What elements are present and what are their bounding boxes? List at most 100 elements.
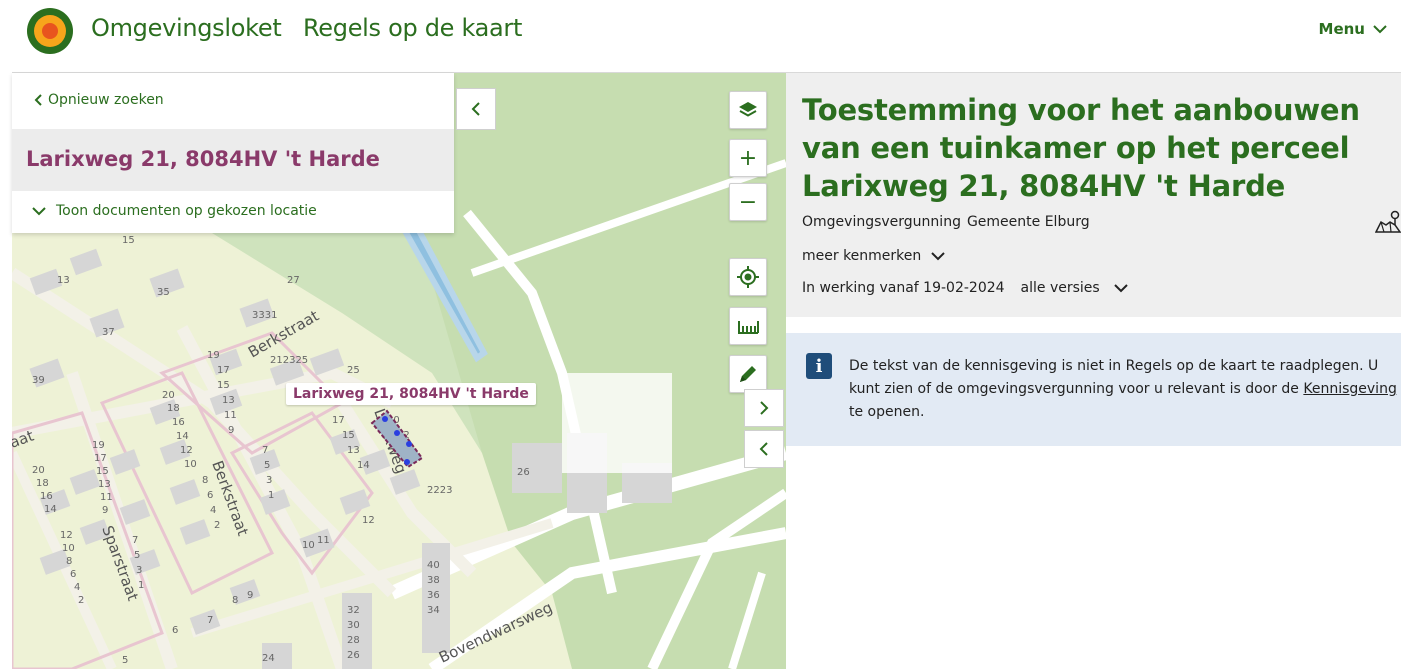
svg-text:3: 3 <box>136 565 142 576</box>
svg-text:36: 36 <box>427 590 440 601</box>
collapse-search-panel-button[interactable] <box>456 88 496 130</box>
svg-text:35: 35 <box>157 287 170 298</box>
all-versions-label: alle versies <box>1020 280 1100 296</box>
effective-date: In werking vanaf 19-02-2024 <box>802 280 1005 296</box>
svg-text:11: 11 <box>224 410 237 421</box>
svg-text:7: 7 <box>207 615 213 626</box>
document-authority: Gemeente Elburg <box>966 214 1090 230</box>
chevron-right-icon <box>760 401 769 415</box>
svg-text:27: 27 <box>287 275 300 286</box>
detail-header: Toestemming voor het aanbouwen van een t… <box>786 73 1401 317</box>
svg-text:2: 2 <box>214 520 220 531</box>
svg-text:12: 12 <box>180 445 193 456</box>
menu-button[interactable]: Menu <box>1319 20 1387 38</box>
svg-text:14: 14 <box>44 504 57 515</box>
svg-text:19: 19 <box>207 350 220 361</box>
svg-text:8: 8 <box>66 556 72 567</box>
svg-text:6: 6 <box>70 569 76 580</box>
svg-text:19: 19 <box>92 440 105 451</box>
svg-text:18: 18 <box>167 403 180 414</box>
svg-text:2223: 2223 <box>427 485 452 496</box>
app-title[interactable]: Regels op de kaart <box>303 14 522 42</box>
svg-text:10: 10 <box>184 459 197 470</box>
brand-name[interactable]: Omgevingsloket <box>91 14 282 42</box>
svg-text:16: 16 <box>172 417 185 428</box>
svg-text:28: 28 <box>347 635 360 646</box>
layers-icon <box>739 102 757 117</box>
svg-text:9: 9 <box>102 505 108 516</box>
svg-text:13: 13 <box>98 479 111 490</box>
chevron-down-icon <box>1114 284 1128 293</box>
document-type: Omgevingsvergunning <box>802 214 961 230</box>
svg-text:14: 14 <box>176 431 189 442</box>
svg-text:11: 11 <box>100 492 113 503</box>
chevron-down-icon <box>931 252 945 261</box>
svg-text:32: 32 <box>347 605 360 616</box>
draw-button[interactable] <box>729 355 767 393</box>
expand-detail-button[interactable] <box>744 389 784 427</box>
svg-text:8: 8 <box>232 595 238 606</box>
back-to-search-link[interactable]: Opnieuw zoeken <box>34 92 164 108</box>
chevron-down-icon <box>1373 25 1387 34</box>
svg-text:18: 18 <box>36 478 49 489</box>
zoom-in-button[interactable]: + <box>729 139 767 177</box>
document-title: Toestemming voor het aanbouwen van een t… <box>802 93 1360 203</box>
location-box: Larixweg 21, 8084HV 't Harde <box>12 129 454 191</box>
chevron-down-icon <box>32 207 46 216</box>
svg-text:4: 4 <box>74 582 80 593</box>
search-panel: Opnieuw zoeken Larixweg 21, 8084HV 't Ha… <box>12 73 454 233</box>
svg-text:5: 5 <box>122 655 128 666</box>
toggle-documents-button[interactable]: Toon documenten op gekozen locatie <box>32 203 317 219</box>
svg-text:6: 6 <box>172 625 178 636</box>
notice-text: De tekst van de kennisgeving is niet in … <box>849 358 1397 420</box>
svg-text:34: 34 <box>427 605 440 616</box>
svg-text:13: 13 <box>222 395 235 406</box>
svg-text:4: 4 <box>210 505 216 516</box>
show-on-map-icon[interactable] <box>1375 209 1401 235</box>
svg-text:26: 26 <box>517 467 530 478</box>
svg-text:40: 40 <box>427 560 440 571</box>
layers-button[interactable] <box>729 91 767 129</box>
svg-text:3331: 3331 <box>252 310 277 321</box>
svg-text:30: 30 <box>347 620 360 631</box>
svg-text:12: 12 <box>362 515 375 526</box>
svg-text:212325: 212325 <box>270 355 308 366</box>
svg-text:12: 12 <box>60 530 73 541</box>
svg-text:10: 10 <box>302 540 315 551</box>
collapse-detail-button[interactable] <box>744 430 784 468</box>
zoom-out-button[interactable]: − <box>729 183 767 221</box>
svg-text:7: 7 <box>262 445 268 456</box>
svg-text:6: 6 <box>207 490 213 501</box>
svg-text:37: 37 <box>102 327 115 338</box>
more-properties-label: meer kenmerken <box>802 248 922 264</box>
svg-text:5: 5 <box>134 550 140 561</box>
svg-text:13: 13 <box>57 275 70 286</box>
svg-text:17: 17 <box>332 415 345 426</box>
svg-text:1: 1 <box>268 490 274 501</box>
location-title: Larixweg 21, 8084HV 't Harde <box>26 147 380 171</box>
more-properties-toggle[interactable]: meer kenmerken <box>802 248 945 264</box>
svg-text:26: 26 <box>347 650 360 661</box>
chevron-left-icon <box>759 442 768 456</box>
document-meta: Omgevingsvergunning Gemeente Elburg <box>802 214 1090 230</box>
pencil-icon <box>740 366 756 382</box>
toggle-documents-label: Toon documenten op gekozen locatie <box>56 203 317 219</box>
svg-text:13: 13 <box>347 445 360 456</box>
map-location-label: Larixweg 21, 8084HV 't Harde <box>286 383 536 405</box>
svg-text:15: 15 <box>342 430 355 441</box>
header: Omgevingsloket Regels op de kaart Menu <box>0 0 1401 72</box>
back-link-label: Opnieuw zoeken <box>48 92 164 108</box>
svg-text:11: 11 <box>317 535 330 546</box>
all-versions-toggle[interactable]: alle versies <box>1021 280 1128 296</box>
svg-text:17: 17 <box>217 365 230 376</box>
svg-text:20: 20 <box>162 390 175 401</box>
locate-icon <box>737 266 759 288</box>
locate-button[interactable] <box>729 258 767 296</box>
effective-row: In werking vanaf 19-02-2024 alle versies <box>802 280 1128 296</box>
kennisgeving-link[interactable]: Kennisgeving <box>1303 381 1396 397</box>
chevron-left-icon <box>471 102 480 116</box>
info-icon: i <box>806 353 832 379</box>
chevron-left-icon <box>34 94 42 106</box>
measure-button[interactable] <box>729 307 767 345</box>
omgevingsloket-logo[interactable] <box>26 7 74 55</box>
